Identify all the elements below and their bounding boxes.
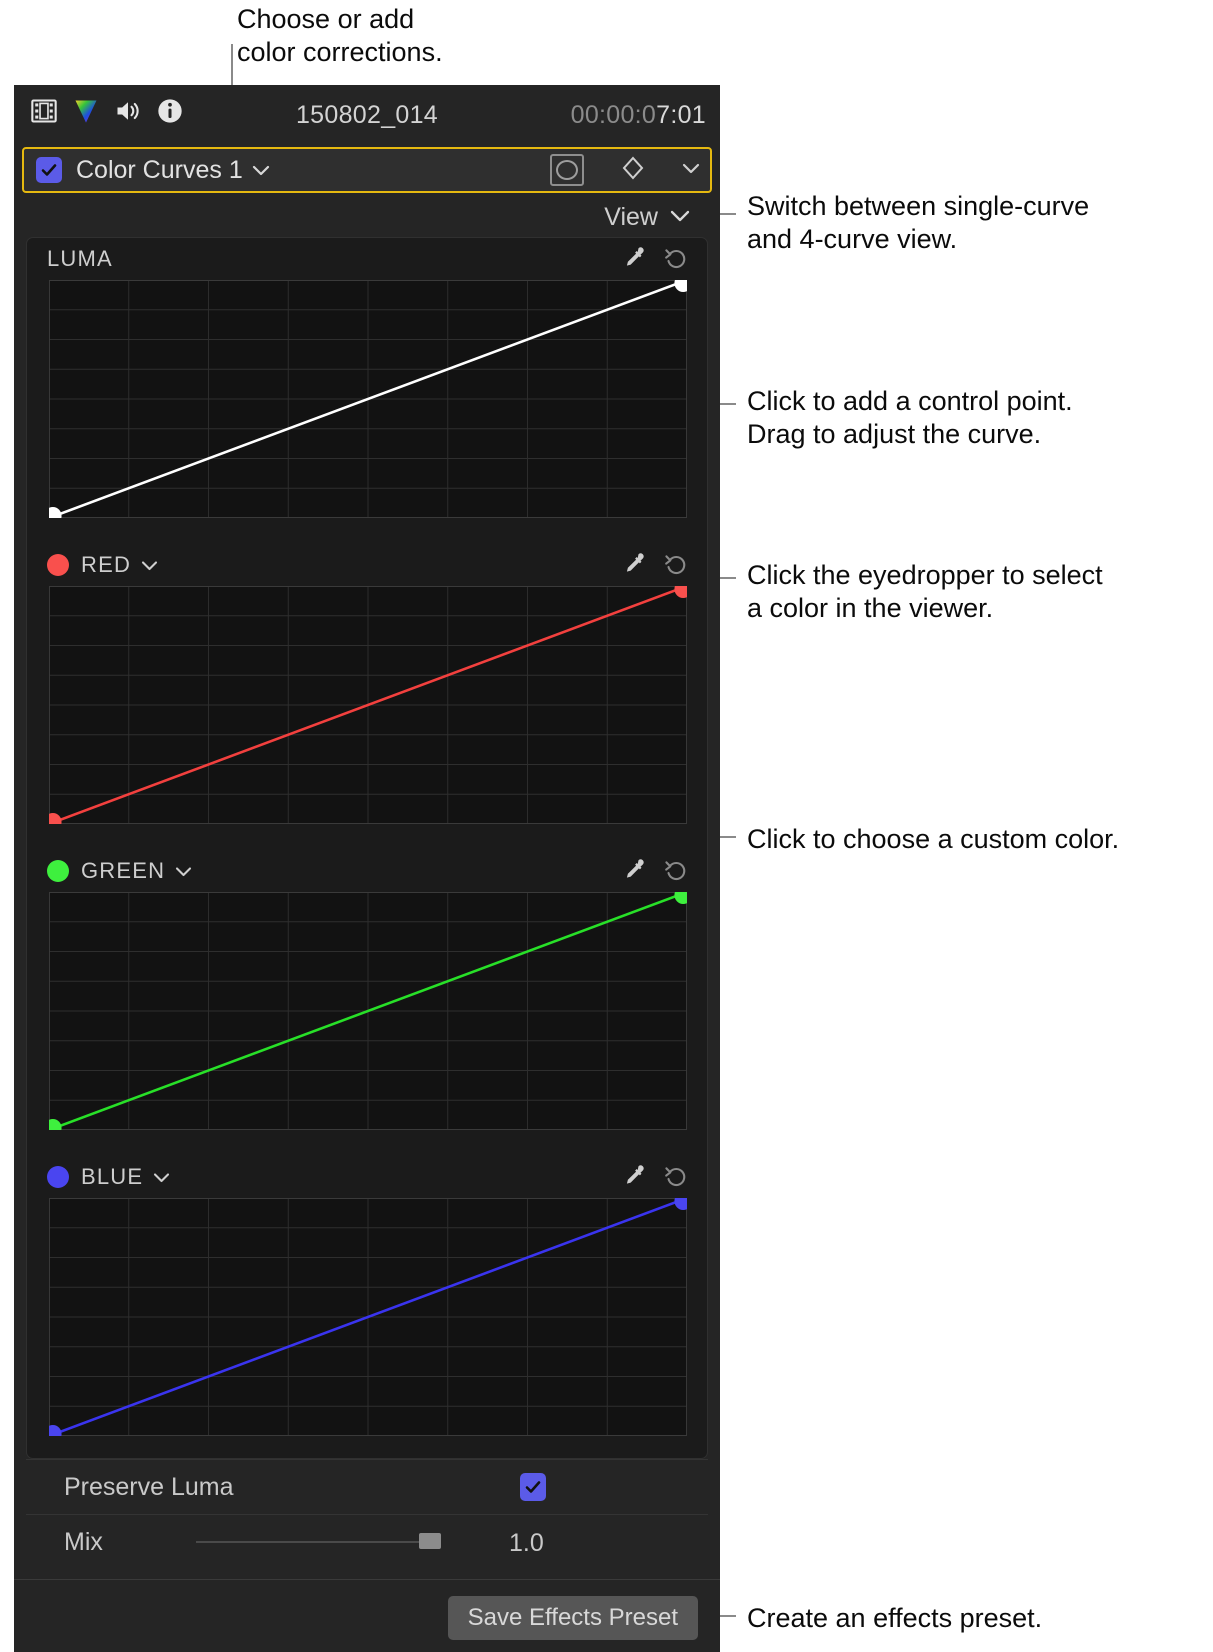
eyedropper-icon[interactable] <box>621 857 647 888</box>
curve-section-red: RED <box>27 544 707 850</box>
effect-popup-chevron-down-icon[interactable] <box>252 164 270 176</box>
curve-header-luma: LUMA <box>27 238 707 280</box>
color-swatch-blue[interactable] <box>47 1166 69 1188</box>
eyedropper-icon[interactable] <box>621 1163 647 1194</box>
curve-label-luma: LUMA <box>47 246 113 271</box>
curve-graph-blue[interactable] <box>49 1198 687 1436</box>
curve-header-blue: BLUE <box>27 1156 707 1198</box>
effect-name-label: Color Curves 1 <box>76 155 243 184</box>
callout-custom-color: Click to choose a custom color. <box>747 824 1120 854</box>
effect-row-color-curves[interactable]: Color Curves 1 <box>22 147 712 193</box>
preserve-luma-checkbox[interactable] <box>520 1473 546 1501</box>
mix-value[interactable]: 1.0 <box>509 1529 544 1558</box>
eyedropper-icon[interactable] <box>621 245 647 276</box>
curve-tools-luma <box>621 245 689 276</box>
curve-spacer-blue <box>27 1436 707 1458</box>
callout-add-control-point: Click to add a control point. Drag to ad… <box>747 386 1073 449</box>
timecode-dim: 00:00:0 <box>570 101 657 129</box>
shape-mask-icon[interactable] <box>550 154 584 186</box>
curve-label-red: RED <box>81 552 132 577</box>
eyedropper-icon[interactable] <box>621 551 647 582</box>
view-chevron-down-icon[interactable] <box>670 209 690 222</box>
param-row-mix[interactable]: Mix 1.0 <box>26 1514 708 1569</box>
view-row: View <box>14 193 720 237</box>
curve-red-chevron-down-icon[interactable] <box>141 560 158 571</box>
curve-graph-luma[interactable] <box>49 280 687 518</box>
inspector-bottom-bar: Save Effects Preset <box>14 1579 720 1652</box>
view-label: View <box>604 203 658 231</box>
curve-tools-green <box>621 857 689 888</box>
reset-arrow-icon[interactable] <box>663 1163 689 1194</box>
reset-arrow-icon[interactable] <box>663 551 689 582</box>
curve-spacer-red <box>27 824 707 850</box>
curve-header-green: GREEN <box>27 850 707 892</box>
curve-tools-blue <box>621 1163 689 1194</box>
callout-choose-add: Choose or add color corrections. <box>237 4 443 67</box>
timecode: 00:00:07:01 <box>571 101 706 130</box>
callout-switch-view: Switch between single-curve and 4-curve … <box>747 191 1090 254</box>
mix-slider-knob[interactable] <box>419 1533 441 1549</box>
inspector-panel: 150802_014 00:00:07:01 Color Curves 1 Vi… <box>14 85 720 1652</box>
save-effects-preset-button[interactable]: Save Effects Preset <box>447 1596 698 1640</box>
reset-arrow-icon[interactable] <box>663 857 689 888</box>
curve-section-luma: LUMA <box>27 238 707 544</box>
parameter-rows: Preserve Luma Mix 1.0 <box>26 1459 708 1569</box>
color-swatch-green[interactable] <box>47 860 69 882</box>
callout-eyedropper: Click the eyedropper to select a color i… <box>747 560 1103 623</box>
param-row-preserve-luma[interactable]: Preserve Luma <box>26 1459 708 1514</box>
preserve-luma-label: Preserve Luma <box>64 1472 234 1501</box>
effect-enable-checkbox[interactable] <box>36 157 62 183</box>
color-swatch-red[interactable] <box>47 554 69 576</box>
curve-tools-red <box>621 551 689 582</box>
keyframe-menu-chevron-down-icon[interactable] <box>682 161 700 179</box>
mix-label: Mix <box>64 1527 103 1556</box>
curve-graph-red[interactable] <box>49 586 687 824</box>
timecode-bright: 7:01 <box>656 101 706 129</box>
curve-blue-chevron-down-icon[interactable] <box>153 1172 170 1183</box>
effect-row-tools <box>550 149 700 191</box>
reset-arrow-icon[interactable] <box>663 245 689 276</box>
inspector-header: 150802_014 00:00:07:01 <box>14 85 720 147</box>
curve-spacer-luma <box>27 518 707 544</box>
curve-section-blue: BLUE <box>27 1156 707 1458</box>
curve-label-blue: BLUE <box>81 1164 144 1189</box>
curve-green-chevron-down-icon[interactable] <box>175 866 192 877</box>
curve-graph-green[interactable] <box>49 892 687 1130</box>
mix-slider-track[interactable] <box>196 1541 426 1543</box>
curve-spacer-green <box>27 1130 707 1156</box>
curve-section-green: GREEN <box>27 850 707 1156</box>
curve-label-green: GREEN <box>81 858 166 883</box>
curves-container: LUMA RED GREEN BLUE <box>26 237 708 1459</box>
callout-effects-preset: Create an effects preset. <box>747 1603 1043 1633</box>
keyframe-diamond-icon[interactable] <box>620 155 646 186</box>
curve-header-red: RED <box>27 544 707 586</box>
